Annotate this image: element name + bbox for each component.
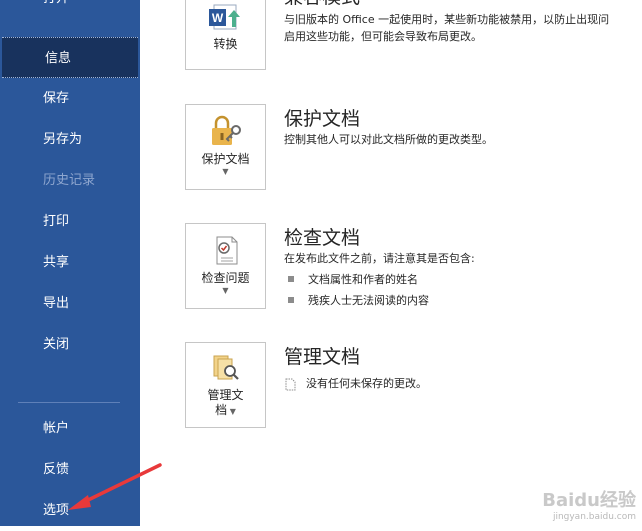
chevron-down-icon: ▼ <box>222 286 229 295</box>
sidebar-item-info[interactable]: 信息 <box>2 37 138 78</box>
list-item: 文档属性和作者的姓名 <box>288 271 418 287</box>
sidebar-item-save[interactable]: 保存 <box>0 78 140 119</box>
check-for-issues-button[interactable]: 检查问题 ▼ <box>185 223 266 309</box>
sidebar-item-close[interactable]: 关闭 <box>0 324 140 365</box>
manage-document-button-label-1: 管理文 <box>207 388 244 402</box>
sidebar-item-print[interactable]: 打印 <box>0 201 140 242</box>
compat-desc-line1: 与旧版本的 Office 一起使用时，某些新功能被禁用，以防止出现问 <box>284 13 610 26</box>
inspect-title: 检查文档 <box>284 227 361 249</box>
sidebar-item-export[interactable]: 导出 <box>0 283 140 324</box>
convert-button-label: 转换 <box>213 37 238 51</box>
word-convert-icon: W <box>208 4 240 30</box>
protect-document-button[interactable]: 保护文档 ▼ <box>185 104 266 190</box>
backstage-sidebar: 打开 信息 保存 另存为 历史记录 打印 共享 导出 关闭 帐户 反馈 选项 <box>0 0 140 526</box>
compat-title: 兼容模式 <box>284 0 360 9</box>
lock-key-icon <box>211 115 241 145</box>
svg-text:W: W <box>211 11 223 25</box>
watermark-logo: Baidu经验 <box>542 490 636 511</box>
check-for-issues-button-label: 检查问题 <box>201 271 250 285</box>
sidebar-item-account[interactable]: 帐户 <box>0 408 140 449</box>
sidebar-item-share[interactable]: 共享 <box>0 242 140 283</box>
watermark-url: jingyan.baidu.com <box>552 512 636 522</box>
manage-document-button[interactable]: 管理文 档 ▼ <box>185 342 266 428</box>
manage-status: 没有任何未保存的更改。 <box>285 375 427 391</box>
inspect-bullet-text: 文档属性和作者的姓名 <box>308 273 418 286</box>
chevron-down-icon: ▼ <box>227 407 236 416</box>
manage-title: 管理文档 <box>284 346 361 368</box>
document-icon <box>285 378 296 390</box>
protect-title: 保护文档 <box>284 108 361 130</box>
annotation-arrow <box>68 463 162 510</box>
bullet-icon <box>288 297 294 303</box>
bullet-icon <box>288 276 294 282</box>
chevron-down-icon: ▼ <box>222 167 229 176</box>
inspect-desc: 在发布此文件之前，请注意其是否包含: <box>284 252 475 265</box>
manage-document-icon <box>213 355 239 380</box>
list-item: 残疾人士无法阅读的内容 <box>288 292 429 308</box>
convert-button[interactable]: W 转换 <box>185 0 266 70</box>
sidebar-item-open[interactable]: 打开 <box>0 0 140 19</box>
watermark: Baidu经验 jingyan.baidu.com <box>542 486 636 522</box>
protect-desc: 控制其他人可以对此文档所做的更改类型。 <box>284 133 493 146</box>
compat-desc-line2: 启用这些功能，但可能会导致布局更改。 <box>284 30 482 43</box>
sidebar-divider <box>18 402 120 403</box>
inspect-bullet-text: 残疾人士无法阅读的内容 <box>308 294 429 307</box>
sidebar-item-save-as[interactable]: 另存为 <box>0 119 140 160</box>
manage-desc: 没有任何未保存的更改。 <box>306 377 427 390</box>
sidebar-item-history: 历史记录 <box>43 173 96 188</box>
manage-document-button-label-2: 档 ▼ <box>215 403 236 417</box>
protect-document-button-label: 保护文档 <box>201 152 250 166</box>
inspect-document-icon <box>216 236 237 265</box>
